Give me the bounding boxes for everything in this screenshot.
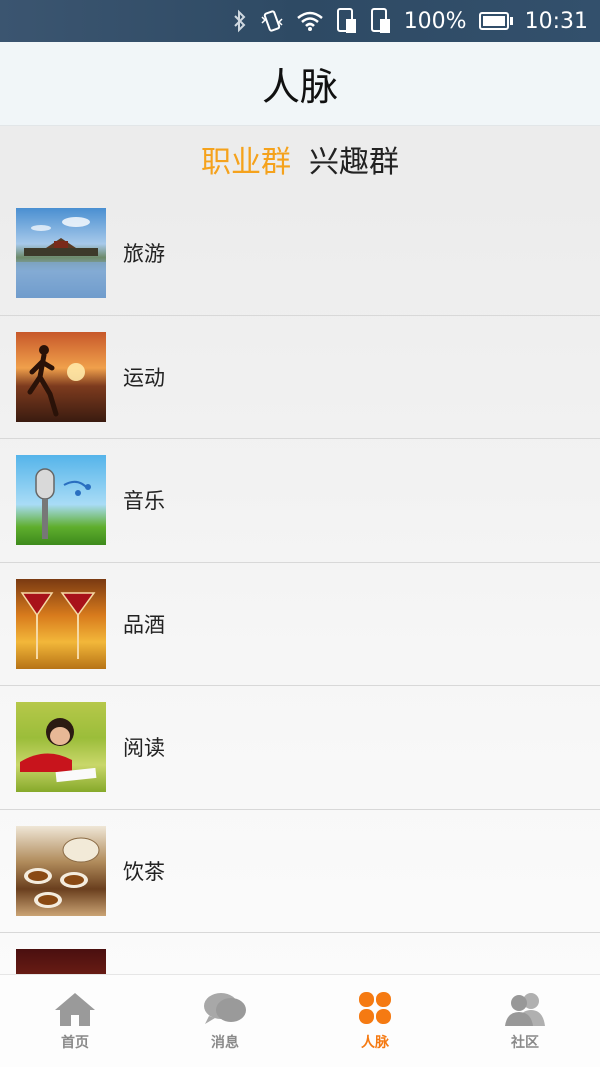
- list-item-label: 阅读: [123, 736, 165, 761]
- list-item-reading[interactable]: 阅读: [0, 686, 600, 810]
- battery-percent: 100%: [403, 8, 467, 34]
- sim1-icon: [336, 7, 358, 35]
- nav-community-label: 社区: [511, 1035, 539, 1051]
- chess-thumbnail: [16, 949, 106, 974]
- nav-home-label: 首页: [61, 1035, 89, 1051]
- list-item-wine[interactable]: 品酒: [0, 563, 600, 686]
- list-item-label: 音乐: [123, 489, 165, 514]
- nav-messages-label: 消息: [211, 1035, 239, 1051]
- tea-thumbnail: [16, 825, 106, 916]
- page-title: 人脉: [261, 65, 338, 109]
- community-icon: [501, 990, 549, 1028]
- clover-icon: [351, 990, 399, 1028]
- title-bar: 人脉: [0, 42, 600, 126]
- wifi-icon: [296, 10, 324, 32]
- status-bar: 100% 10:31: [0, 0, 600, 42]
- vibrate-icon: [260, 9, 284, 33]
- battery-icon: [478, 12, 513, 30]
- list-item-chess[interactable]: [0, 933, 600, 974]
- message-icon: [201, 990, 249, 1028]
- list-item-tea[interactable]: 饮茶: [0, 810, 600, 933]
- nav-messages[interactable]: 消息: [150, 975, 300, 1067]
- list-item-label: 品酒: [123, 612, 165, 637]
- sim2-icon: [370, 7, 392, 35]
- group-type-tabs: 职业群 兴趣群: [0, 126, 600, 192]
- nav-contacts-label: 人脉: [361, 1035, 389, 1051]
- sport-thumbnail: [16, 331, 106, 422]
- list-item-label: 旅游: [123, 242, 165, 267]
- list-item-label: 饮茶: [123, 859, 165, 884]
- tab-interest-groups[interactable]: 兴趣群: [309, 137, 399, 181]
- list-item-label: 运动: [123, 365, 165, 390]
- list-item-travel[interactable]: 旅游: [0, 192, 600, 316]
- music-thumbnail: [16, 455, 106, 546]
- nav-home[interactable]: 首页: [0, 975, 150, 1067]
- nav-community[interactable]: 社区: [450, 975, 600, 1067]
- list-item-sport[interactable]: 运动: [0, 316, 600, 439]
- tab-career-groups[interactable]: 职业群: [201, 137, 291, 181]
- reading-thumbnail: [16, 702, 106, 793]
- travel-thumbnail: [16, 208, 106, 299]
- group-list[interactable]: 旅游 运动 音乐 品酒 阅读 饮茶: [0, 192, 600, 974]
- wine-thumbnail: [16, 578, 106, 669]
- list-item-music[interactable]: 音乐: [0, 439, 600, 563]
- status-time: 10:31: [524, 8, 588, 34]
- home-icon: [51, 990, 99, 1028]
- nav-contacts[interactable]: 人脉: [300, 975, 450, 1067]
- bottom-nav: 首页 消息 人脉 社区: [0, 974, 600, 1067]
- bluetooth-icon: [232, 9, 248, 33]
